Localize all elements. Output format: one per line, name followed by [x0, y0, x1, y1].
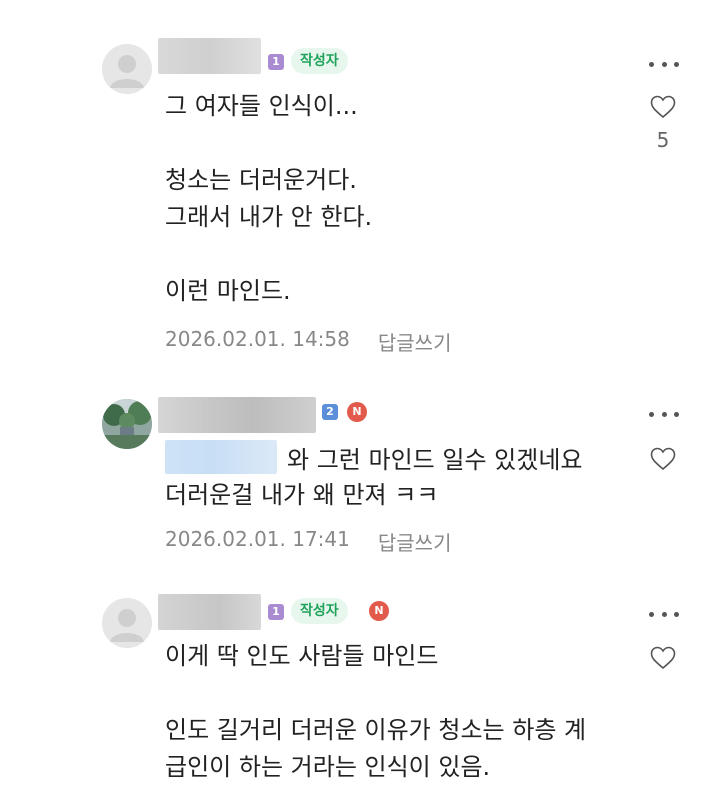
- author-nickname-blurred[interactable]: [158, 397, 316, 433]
- default-avatar-icon[interactable]: [102, 44, 152, 94]
- more-options-icon[interactable]: [649, 58, 679, 70]
- comment-line: [165, 236, 372, 273]
- more-options-icon[interactable]: [649, 608, 679, 620]
- writer-tag: 작성자: [291, 48, 348, 74]
- heart-icon[interactable]: [650, 447, 676, 471]
- new-badge: N: [369, 601, 389, 621]
- comment-date: 2026.02.01. 14:58: [165, 327, 350, 351]
- writer-tag: 작성자: [291, 598, 348, 624]
- comment-line: 인도 길거리 더러운 이유가 청소는 하층 계: [165, 716, 587, 744]
- comment-line: 청소는 더러운거다.: [165, 166, 357, 194]
- like-count: 5: [656, 128, 670, 152]
- member-level-badge: 1: [268, 54, 284, 70]
- reply-button[interactable]: 답글쓰기: [378, 327, 452, 356]
- author-nickname-blurred[interactable]: [158, 38, 261, 74]
- comment-meta: 2026.02.01. 17:41 답글쓰기: [165, 527, 451, 556]
- comment-body: 이게 딱 인도 사람들 마인드 인도 길거리 더러운 이유가 청소는 하층 계 …: [165, 638, 586, 786]
- comment-line: 이런 마인드.: [165, 277, 291, 305]
- more-options-icon[interactable]: [649, 408, 679, 420]
- author-nickname-blurred[interactable]: [158, 594, 261, 630]
- comment-meta: 2026.02.01. 14:58 답글쓰기: [165, 327, 451, 356]
- comment-date: 2026.02.01. 17:41: [165, 527, 350, 551]
- member-level-badge: 2: [322, 404, 338, 420]
- comment-body: 와 그런 마인드 일수 있겠네요 더러운걸 내가 왜 만져 ㅋㅋ: [165, 440, 582, 514]
- comment-text: 와 그런 마인드 일수 있겠네요: [287, 446, 583, 474]
- comment-line: [165, 675, 586, 712]
- comment-body: 그 여자들 인식이... 청소는 더러운거다. 그래서 내가 안 한다. 이런 …: [165, 88, 372, 310]
- reply-button[interactable]: 답글쓰기: [378, 527, 452, 556]
- member-level-badge: 1: [268, 604, 284, 620]
- comment-line: 그래서 내가 안 한다.: [165, 203, 373, 231]
- comment-line: 급인이 하는 거라는 인식이 있음.: [165, 753, 491, 781]
- comment-line: [165, 125, 372, 162]
- comment-line: 와 그런 마인드 일수 있겠네요: [165, 440, 582, 477]
- default-avatar-icon[interactable]: [102, 598, 152, 648]
- new-badge: N: [347, 402, 367, 422]
- comment-line: 그 여자들 인식이...: [165, 92, 358, 120]
- mention-blurred[interactable]: [165, 440, 277, 474]
- landscape-avatar-icon[interactable]: [102, 399, 152, 449]
- heart-icon[interactable]: [650, 95, 676, 119]
- heart-icon[interactable]: [650, 646, 676, 670]
- comment-line: 더러운걸 내가 왜 만져 ㅋㅋ: [165, 481, 439, 509]
- comment-line: 이게 딱 인도 사람들 마인드: [165, 642, 439, 670]
